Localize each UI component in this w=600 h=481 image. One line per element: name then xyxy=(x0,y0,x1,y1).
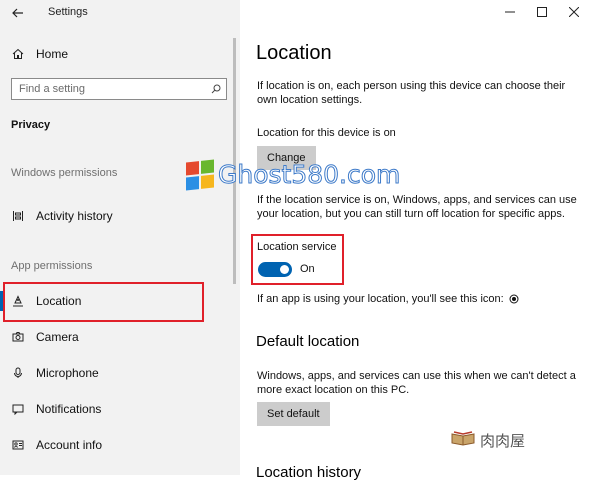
microphone-icon xyxy=(11,366,25,380)
toggle-knob xyxy=(280,265,289,274)
group-label-windows-permissions: Windows permissions xyxy=(11,167,118,179)
main-content: Location If location is on, each person … xyxy=(240,0,600,481)
intro-text: If location is on, each person using thi… xyxy=(257,80,566,106)
sidebar: Settings Home Privacy Windows permission… xyxy=(0,0,240,475)
location-history-heading: Location history xyxy=(256,464,362,481)
app-title: Settings xyxy=(48,6,88,18)
service-description: If the location service is on, Windows, … xyxy=(257,194,577,220)
sidebar-item-label: Camera xyxy=(36,330,79,344)
back-button[interactable] xyxy=(8,3,28,23)
sidebar-item-label: Notifications xyxy=(36,402,102,416)
toggle-state-label: On xyxy=(300,263,315,275)
notifications-icon xyxy=(11,402,25,416)
sidebar-item-home[interactable]: Home xyxy=(0,37,240,71)
camera-icon xyxy=(11,330,25,344)
default-location-description: Windows, apps, and services can use this… xyxy=(257,370,576,396)
location-service-label: Location service xyxy=(257,241,337,253)
highlight-box-location xyxy=(3,282,204,322)
sidebar-item-activity-history[interactable]: Activity history xyxy=(0,199,240,233)
location-service-toggle[interactable] xyxy=(258,262,292,277)
section-title: Privacy xyxy=(11,119,51,131)
sidebar-item-label: Microphone xyxy=(36,366,99,380)
device-status-text: Location for this device is on xyxy=(257,127,396,139)
back-arrow-icon xyxy=(12,5,24,21)
title-bar: Settings xyxy=(0,0,240,26)
set-default-button[interactable]: Set default xyxy=(257,402,330,426)
sidebar-item-microphone[interactable]: Microphone xyxy=(0,356,240,390)
sidebar-item-account-info[interactable]: Account info xyxy=(0,428,240,462)
sidebar-item-label: Activity history xyxy=(36,209,113,223)
page-title: Location xyxy=(256,42,332,64)
account-info-icon xyxy=(11,438,25,452)
change-button[interactable]: Change xyxy=(257,146,316,170)
sidebar-scrollbar[interactable] xyxy=(233,38,236,284)
icon-hint-text: If an app is using your location, you'll… xyxy=(257,293,504,305)
search-box[interactable] xyxy=(11,78,227,100)
sidebar-item-label: Account info xyxy=(36,438,103,452)
search-icon[interactable] xyxy=(206,84,226,94)
activity-history-icon xyxy=(11,209,25,223)
default-location-heading: Default location xyxy=(256,333,360,350)
sidebar-item-camera[interactable]: Camera xyxy=(0,320,240,354)
location-in-use-icon xyxy=(509,294,519,304)
icon-hint-row: If an app is using your location, you'll… xyxy=(257,292,519,306)
sidebar-item-notifications[interactable]: Notifications xyxy=(0,392,240,426)
search-input[interactable] xyxy=(12,82,206,96)
group-label-app-permissions: App permissions xyxy=(11,260,93,272)
sidebar-item-label: Home xyxy=(36,47,69,61)
home-icon xyxy=(11,47,25,61)
